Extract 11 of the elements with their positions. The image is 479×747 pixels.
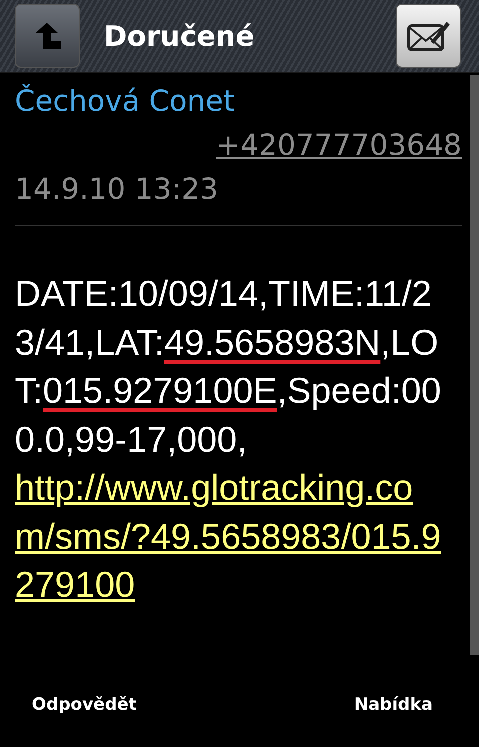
back-button[interactable]	[15, 4, 80, 68]
menu-softkey[interactable]: Nabídka	[354, 695, 433, 715]
phone-number-link[interactable]: +420777703648	[216, 123, 462, 167]
reply-softkey[interactable]: Odpovědět	[32, 695, 137, 715]
header-title: Doručené	[104, 20, 255, 52]
compose-button[interactable]	[396, 4, 461, 68]
message-timestamp: 14.9.10 13:23	[15, 171, 220, 208]
scrollbar[interactable]	[470, 75, 479, 655]
tracking-link[interactable]: http://www.glotracking.co m/sms/?49.5658983/015.9 279100	[15, 464, 462, 610]
sender-name: Čechová Conet	[15, 83, 236, 120]
message-body: DATE:10/09/14,TIME:11/2 3/41,LAT:49.5658983N,LO T:015.9279100E,Speed:00 0.0,99-17,000,	[15, 272, 442, 462]
